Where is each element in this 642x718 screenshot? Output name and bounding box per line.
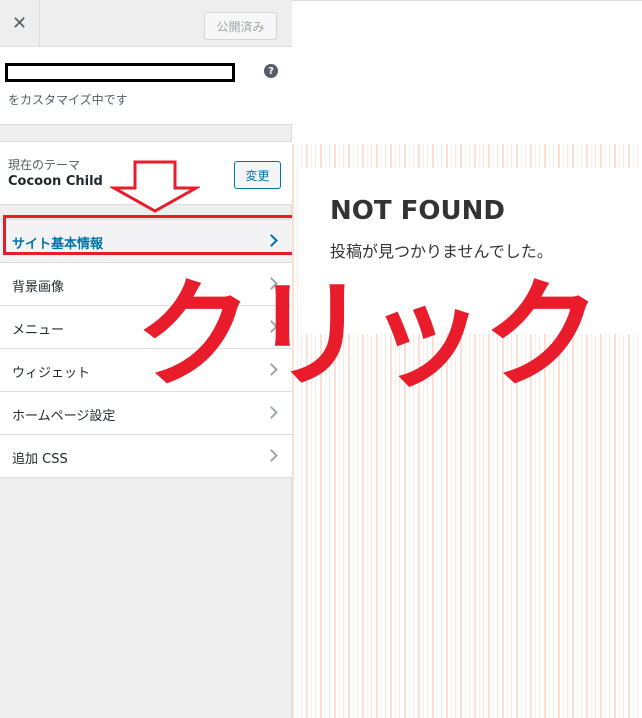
menu-item-label: メニュー [12,323,65,338]
customizer-header: ✕ 公開済み [0,0,292,47]
menu-item-label: 背景画像 [12,280,65,295]
chevron-right-icon [265,449,278,462]
menu-item-label: 追加 CSS [12,452,68,467]
menu-item-additional-css[interactable]: 追加 CSS [0,435,292,478]
menu-item-label: サイト基本情報 [12,237,104,252]
menu-item-site-identity[interactable]: サイト基本情報 [0,220,292,263]
current-theme-name: Cocoon Child [8,174,103,189]
customizing-caption: をカスタマイズ中です [8,93,128,107]
down-arrow-icon [110,160,200,213]
customize-info-panel: ? をカスタマイズ中です [0,47,292,125]
preview-header-area [292,0,642,144]
click-annotation: クリック [135,266,601,404]
not-found-title: NOT FOUND [330,196,505,226]
current-theme-caption: 現在のテーマ [8,158,81,172]
not-found-message: 投稿が見つかりませんでした。 [330,242,553,261]
change-theme-button[interactable]: 変更 [234,161,281,189]
menu-item-label: ホームページ設定 [12,409,116,424]
publish-button[interactable]: 公開済み [204,12,277,40]
chevron-right-icon [265,234,278,247]
redacted-site-title [5,63,235,82]
menu-item-label: ウィジェット [12,366,91,381]
close-icon[interactable]: ✕ [0,0,40,46]
chevron-right-icon [265,406,278,419]
help-icon[interactable]: ? [264,64,278,78]
